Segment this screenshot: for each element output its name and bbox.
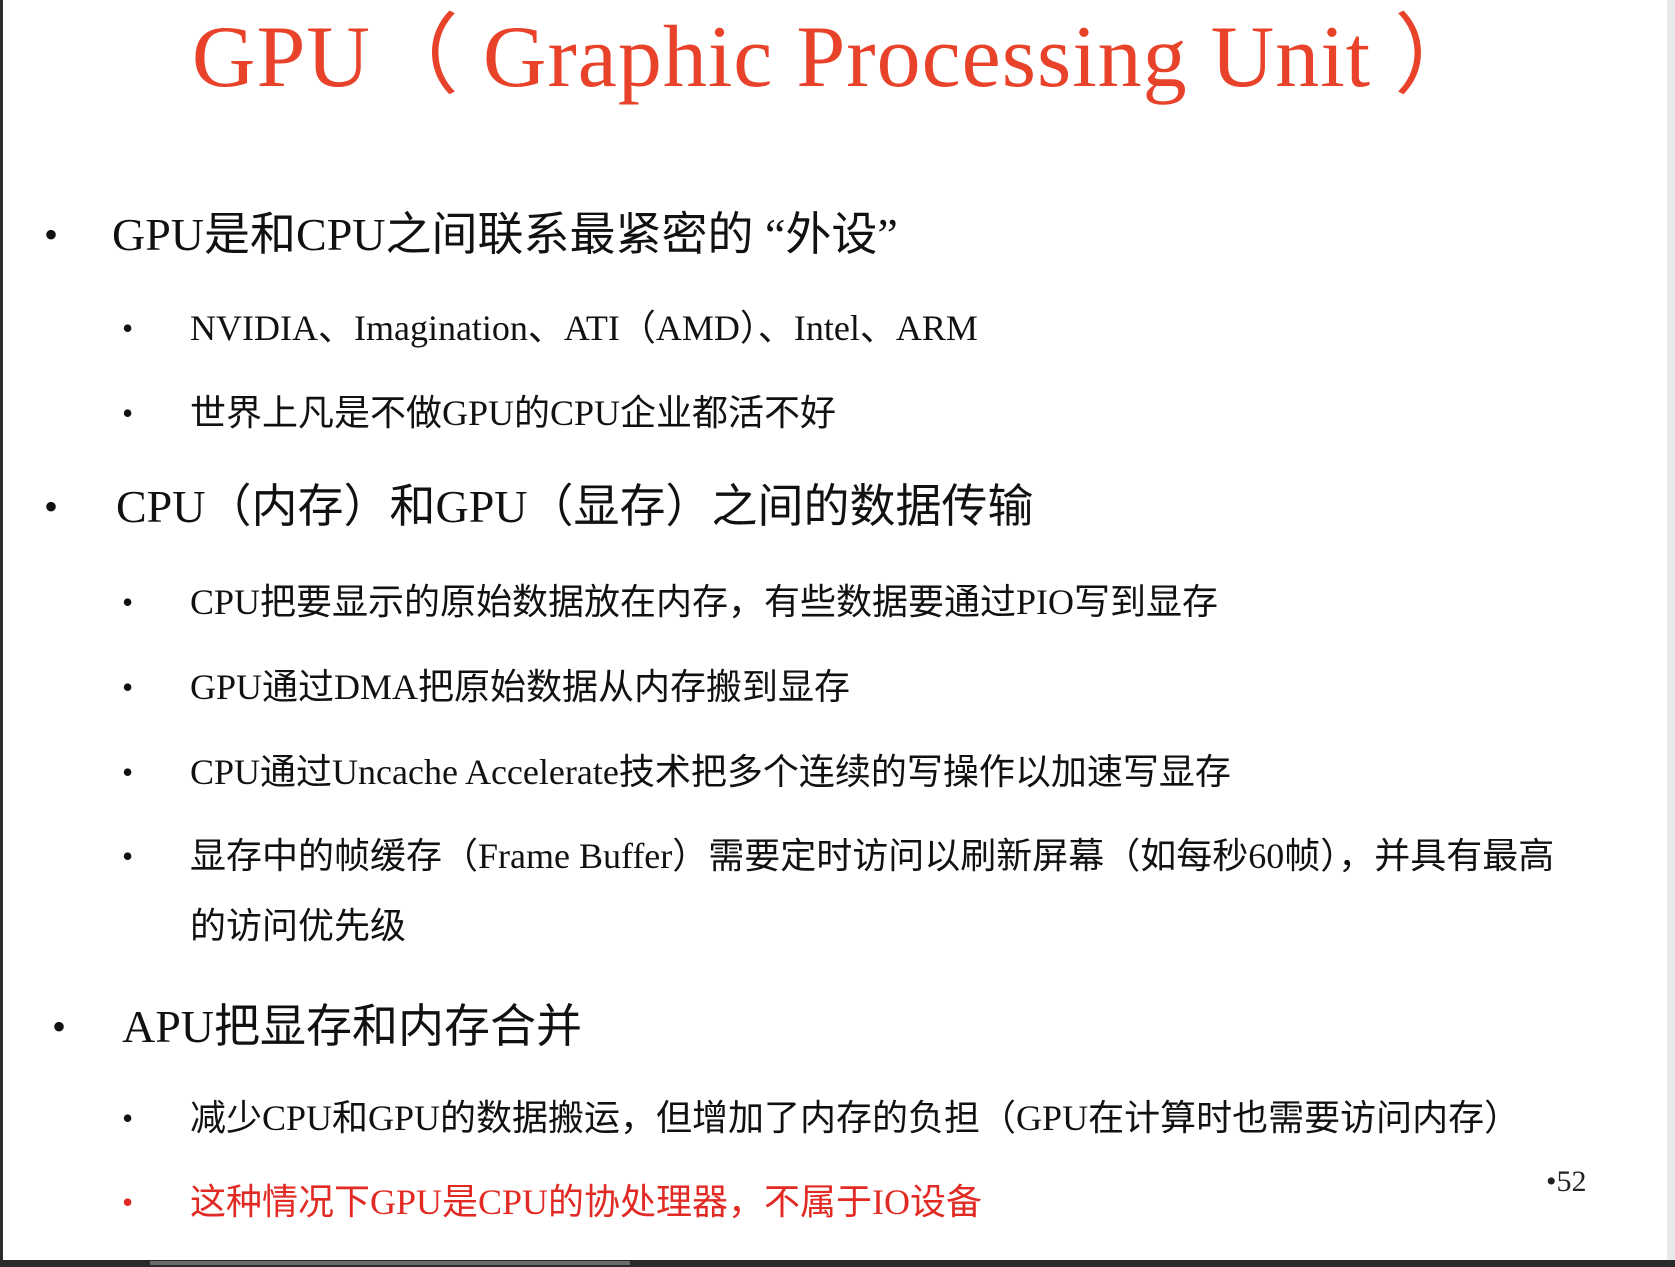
- bullet-level2: •: [122, 310, 134, 346]
- slide-right-edge: [1667, 0, 1675, 1260]
- bullet-level1: •: [44, 484, 59, 529]
- bullet-level1: •: [52, 1004, 67, 1049]
- bullet-level2: •: [122, 395, 134, 431]
- list-item-apu-tradeoff: 减少CPU和GPU的数据搬运，但增加了内存的负担（GPU在计算时也需要访问内存）: [190, 1098, 1521, 1138]
- slide-title: GPU（ Graphic Processing Unit ）: [191, 9, 1484, 106]
- bullet-level2-highlight: •: [122, 1184, 134, 1220]
- bullet-level2: •: [122, 838, 134, 874]
- list-item-cpu-companies: 世界上凡是不做GPU的CPU企业都活不好: [190, 393, 837, 433]
- list-item-gpu-vendors: NVIDIA、Imagination、ATI（AMD）、Intel、ARM: [190, 308, 978, 348]
- bullet-level1: •: [44, 212, 59, 257]
- viewer-progress-track: [150, 1261, 630, 1265]
- list-item-uncache-accelerate: CPU通过Uncache Accelerate技术把多个连续的写操作以加速写显存: [190, 752, 1231, 792]
- bullet-level2: •: [122, 669, 134, 705]
- list-item-dma: GPU通过DMA把原始数据从内存搬到显存: [190, 667, 851, 707]
- list-item-pio: CPU把要显示的原始数据放在内存，有些数据要通过PIO写到显存: [190, 582, 1219, 622]
- bullet-level2: •: [122, 1100, 134, 1136]
- list-item-frame-buffer: 显存中的帧缓存（Frame Buffer）需要定时访问以刷新屏幕（如每秒60帧）…: [190, 836, 1555, 876]
- slide: GPU（ Graphic Processing Unit ） • GPU是和CP…: [0, 0, 1675, 1260]
- section-heading-gpu-peripheral: GPU是和CPU之间联系最紧密的 “外设”: [112, 209, 898, 260]
- bullet-level2: •: [122, 754, 134, 790]
- bullet-level2: •: [122, 584, 134, 620]
- section-heading-data-transfer: CPU（内存）和GPU（显存）之间的数据传输: [116, 481, 1034, 532]
- page-number: •52: [1546, 1165, 1587, 1198]
- slide-left-border: [0, 0, 3, 1260]
- list-item-frame-buffer-continued: 的访问优先级: [190, 906, 407, 946]
- list-item-coprocessor-highlight: 这种情况下GPU是CPU的协处理器，不属于IO设备: [190, 1182, 983, 1222]
- section-heading-apu: APU把显存和内存合并: [122, 1001, 583, 1052]
